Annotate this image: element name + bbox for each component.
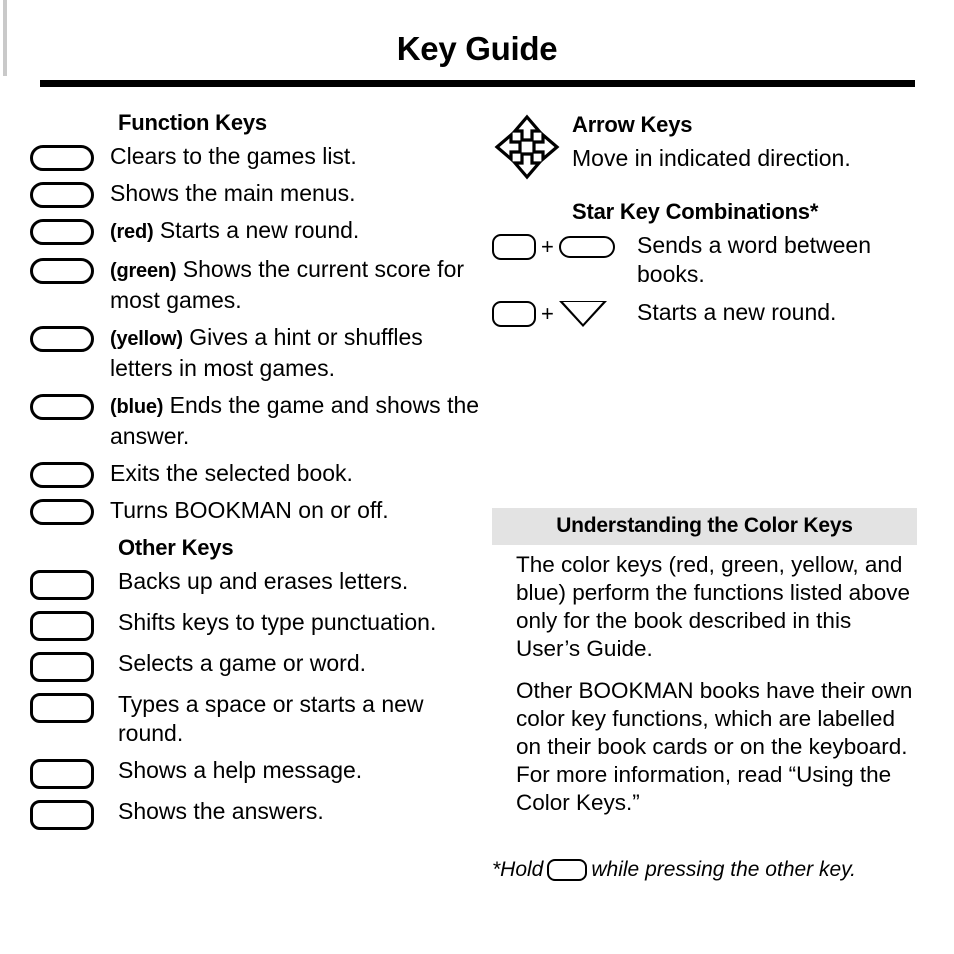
function-key-description: (red) Starts a new round. <box>110 216 490 247</box>
star-key-footnote: *Hold while pressing the other key. <box>492 856 932 884</box>
other-keys-heading: Other Keys <box>118 535 234 560</box>
star-key-description: Sends a word between books. <box>637 232 871 287</box>
right-column: Arrow Keys Move in indicated direction. … <box>492 110 932 336</box>
arrow-keys-block: Arrow Keys Move in indicated direction. <box>492 112 932 185</box>
other-key-description: Selects a game or word. <box>118 650 367 676</box>
star-key-row: + Starts a new round. <box>492 298 932 327</box>
key-glyph-cell <box>30 142 110 171</box>
key-glyph-cell <box>30 179 110 208</box>
color-keys-panel-heading: Understanding the Color Keys <box>492 508 917 545</box>
arrow-keys-description: Move in indicated direction. <box>572 145 851 171</box>
function-key-text: Ends the game and shows the answer. <box>110 392 480 449</box>
function-keys-heading: Function Keys <box>118 110 267 135</box>
other-key-row: Selects a game or word. <box>30 649 490 682</box>
function-key-row: Turns BOOKMAN on or off. <box>30 496 490 525</box>
star-key-combinations-heading: Star Key Combinations* <box>572 199 819 224</box>
function-key-description: (blue) Ends the game and shows the answe… <box>110 391 490 451</box>
four-way-arrow-svg <box>494 114 560 180</box>
four-way-arrow-icon <box>492 112 572 185</box>
color-keys-panel: Understanding the Color Keys The color k… <box>492 508 917 831</box>
function-key-row: (red) Starts a new round. <box>30 216 490 247</box>
function-key-row: (blue) Ends the game and shows the answe… <box>30 391 490 451</box>
key-glyph-cell <box>30 496 110 525</box>
arrow-keys-text-block: Arrow Keys Move in indicated direction. <box>572 112 932 173</box>
wide-rounded-key-icon[interactable] <box>558 236 615 258</box>
color-label-yellow: (yellow) <box>110 328 183 350</box>
key-glyph-cell <box>30 756 118 789</box>
rounded-key-icon[interactable] <box>30 462 94 488</box>
title-divider-rule <box>40 80 915 87</box>
other-key-description: Types a space or starts a new round. <box>118 691 424 746</box>
other-key-description: Shifts keys to type punctuation. <box>118 609 437 635</box>
key-glyph-cell <box>30 567 118 600</box>
star-key-combo-glyphs: + <box>492 298 637 327</box>
rounded-key-icon[interactable] <box>30 800 94 830</box>
function-key-description: (yellow) Gives a hint or shuffles letter… <box>110 323 490 383</box>
other-key-row: Shifts keys to type punctuation. <box>30 608 490 641</box>
footnote-suffix: while pressing the other key. <box>591 858 856 881</box>
rounded-key-icon[interactable] <box>30 326 94 352</box>
key-glyph-cell <box>30 690 118 723</box>
key-glyph-cell <box>30 459 110 488</box>
function-key-text: Starts a new round. <box>159 217 360 243</box>
rounded-key-icon[interactable] <box>547 859 588 882</box>
function-key-description: Turns BOOKMAN on or off. <box>110 497 389 523</box>
rounded-key-icon[interactable] <box>30 570 94 600</box>
other-key-row: Backs up and erases letters. <box>30 567 490 600</box>
color-label-red: (red) <box>110 221 154 243</box>
other-key-description: Shows a help message. <box>118 757 363 783</box>
star-key-description: Starts a new round. <box>637 299 837 325</box>
key-glyph-cell <box>30 391 110 420</box>
rounded-key-icon[interactable] <box>30 258 94 284</box>
plus-operator: + <box>541 234 554 259</box>
left-column: Function Keys Clears to the games list. … <box>30 110 490 838</box>
other-key-row: Shows the answers. <box>30 797 490 830</box>
key-glyph-cell <box>30 323 110 352</box>
plus-operator: + <box>541 301 554 326</box>
rounded-key-icon[interactable] <box>30 394 94 420</box>
function-key-description: (green) Shows the current score for most… <box>110 255 490 315</box>
function-key-description: Clears to the games list. <box>110 143 357 169</box>
rounded-key-icon[interactable] <box>30 693 94 723</box>
triangle-down-key-icon[interactable] <box>558 301 607 327</box>
star-key-icon[interactable] <box>492 301 536 327</box>
key-glyph-cell <box>30 255 110 284</box>
function-key-row: Exits the selected book. <box>30 459 490 488</box>
color-keys-panel-body: The color keys (red, green, yellow, and … <box>492 545 917 817</box>
rounded-key-icon[interactable] <box>30 652 94 682</box>
color-label-blue: (blue) <box>110 396 164 418</box>
star-key-row: + Sends a word between books. <box>492 231 932 289</box>
rounded-key-icon[interactable] <box>30 759 94 789</box>
rounded-key-icon[interactable] <box>30 182 94 208</box>
function-key-row: Shows the main menus. <box>30 179 490 208</box>
page-title: Key Guide <box>396 30 558 67</box>
rounded-key-icon[interactable] <box>30 499 94 525</box>
function-key-row: (green) Shows the current score for most… <box>30 255 490 315</box>
other-key-description: Shows the answers. <box>118 798 324 824</box>
other-key-row: Types a space or starts a new round. <box>30 690 490 748</box>
color-keys-paragraph: The color keys (red, green, yellow, and … <box>516 552 910 661</box>
rounded-key-icon[interactable] <box>30 145 94 171</box>
function-key-description: Shows the main menus. <box>110 180 356 206</box>
key-glyph-cell <box>30 649 118 682</box>
color-keys-paragraph: Other BOOKMAN books have their own color… <box>516 678 913 815</box>
function-key-row: (yellow) Gives a hint or shuffles letter… <box>30 323 490 383</box>
function-key-row: Clears to the games list. <box>30 142 490 171</box>
key-glyph-cell <box>30 216 110 245</box>
arrow-keys-heading: Arrow Keys <box>572 112 693 137</box>
other-key-row: Shows a help message. <box>30 756 490 789</box>
color-label-green: (green) <box>110 260 177 282</box>
rounded-key-icon[interactable] <box>30 611 94 641</box>
footnote-prefix: *Hold <box>492 858 544 881</box>
function-key-description: Exits the selected book. <box>110 460 353 486</box>
rounded-key-icon[interactable] <box>30 219 94 245</box>
other-key-description: Backs up and erases letters. <box>118 568 409 594</box>
star-key-combo-glyphs: + <box>492 231 637 260</box>
star-key-icon[interactable] <box>492 234 536 260</box>
key-glyph-cell <box>30 797 118 830</box>
key-glyph-cell <box>30 608 118 641</box>
